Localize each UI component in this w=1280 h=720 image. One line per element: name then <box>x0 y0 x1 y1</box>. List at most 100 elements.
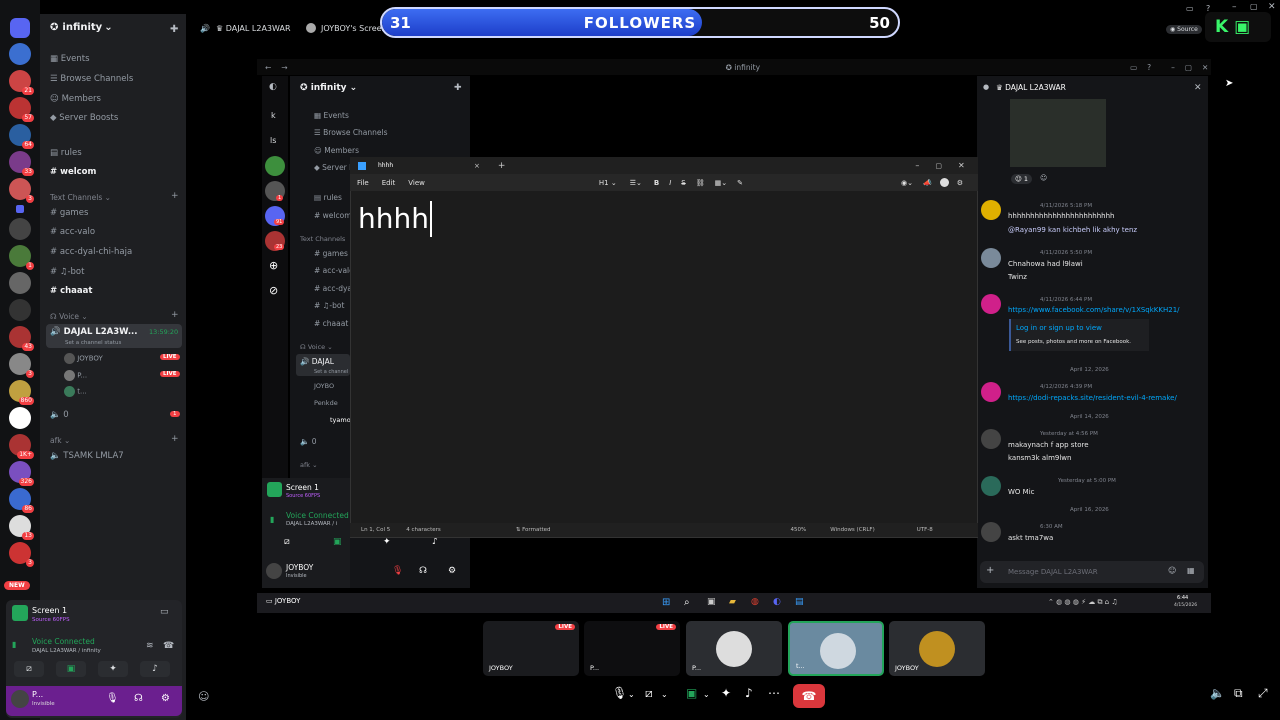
category-text[interactable]: Text Channels ⌄ <box>50 193 111 202</box>
invite-icon[interactable]: ✚ <box>170 24 178 35</box>
minimize-icon[interactable]: – <box>915 161 919 170</box>
invite-icon[interactable]: ✚ <box>454 83 462 93</box>
nav-browse[interactable]: ☰ Browse Channels <box>50 74 133 84</box>
gear-icon[interactable]: ⚙ <box>161 693 170 704</box>
notepad-tab[interactable]: hhhh <box>378 162 474 169</box>
copilot-icon[interactable]: ◉⌄ <box>901 179 913 187</box>
voice-tab[interactable]: ♛ DAJAL L2A3WAR <box>216 24 291 33</box>
voice-member[interactable]: tyamo <box>330 416 351 424</box>
emoji-icon[interactable]: ☺ <box>1168 566 1176 575</box>
avatar[interactable] <box>981 429 1001 449</box>
discord-home-icon[interactable]: ◐ <box>269 82 277 92</box>
disconnect-icon[interactable]: ☎ <box>163 641 174 651</box>
reaction[interactable]: ☺ 1 <box>1011 174 1032 184</box>
share-screen-icon[interactable]: ▣ <box>686 686 697 700</box>
server-icon[interactable] <box>9 218 31 240</box>
embed-title[interactable]: Log in or sign up to view <box>1016 324 1102 332</box>
maximize-icon[interactable]: ▢ <box>935 162 942 170</box>
close-tab-icon[interactable]: × <box>474 162 480 170</box>
minimize-icon[interactable]: – <box>1171 63 1175 72</box>
line-ending[interactable]: Windows (CRLF) <box>830 527 874 533</box>
notepad-taskbar-icon[interactable]: ▤ <box>795 597 804 607</box>
leave-call-button[interactable]: ☎ <box>793 684 825 708</box>
avatar[interactable] <box>981 522 1001 542</box>
popout-icon[interactable]: ⧉ <box>1234 686 1243 701</box>
fullscreen-icon[interactable]: ⤢ <box>1258 686 1268 701</box>
add-channel-icon[interactable]: + <box>171 191 179 201</box>
help-icon[interactable]: ? <box>1147 63 1151 72</box>
italic-icon[interactable]: I <box>669 179 671 187</box>
avatar[interactable] <box>981 200 1001 220</box>
nav-browse[interactable]: ☰ Browse Channels <box>314 128 388 137</box>
avatar[interactable] <box>11 690 29 708</box>
nav-events[interactable]: ▦ Events <box>50 54 90 64</box>
avatar[interactable] <box>981 294 1001 314</box>
notepad-text[interactable]: hhhh <box>358 201 432 237</box>
camera-off-icon[interactable]: ⧄ <box>284 537 290 547</box>
mic-muted-icon[interactable]: 🎙 <box>392 566 403 576</box>
nav-members[interactable]: ☺ Members <box>314 146 359 155</box>
stream-thumbnail[interactable]: LIVE JOYBOY <box>483 621 579 676</box>
server-icon[interactable]: 3 <box>9 353 34 378</box>
share-screen-icon[interactable]: ▣ <box>333 537 342 547</box>
close-icon[interactable]: ✕ <box>1268 2 1276 12</box>
server-icon[interactable]: 64 <box>9 124 34 149</box>
announce-icon[interactable]: 📣 <box>923 179 932 187</box>
add-server-icon[interactable]: ⊕ <box>269 259 278 272</box>
camera-off-icon[interactable]: ⧄ <box>645 686 653 701</box>
voice-member[interactable]: JOYBOY <box>64 353 103 364</box>
table-icon[interactable]: ▦⌄ <box>715 179 727 187</box>
bold-icon[interactable]: B <box>654 179 659 187</box>
activity-icon[interactable]: ✦ <box>383 537 391 547</box>
new-tab-icon[interactable]: + <box>498 161 506 171</box>
server-icon[interactable]: 86 <box>9 488 34 513</box>
message-link[interactable]: https://dodi-repacks.site/resident-evil-… <box>1008 394 1177 402</box>
nav-events[interactable]: ▦ Events <box>314 111 349 120</box>
menu-edit[interactable]: Edit <box>382 179 396 187</box>
server-icon[interactable] <box>9 43 31 65</box>
gear-icon[interactable]: ⚙ <box>448 566 456 576</box>
close-icon[interactable]: ✕ <box>1202 63 1208 72</box>
category-afk[interactable]: afk ⌄ <box>50 436 70 445</box>
volume-icon[interactable]: 🔈 <box>1210 686 1225 700</box>
clear-format-icon[interactable]: ✎ <box>737 179 743 187</box>
server-icon[interactable]: 1 <box>9 245 34 270</box>
server-label[interactable]: k <box>271 111 276 120</box>
voice-channel-afk[interactable]: 🔈 TSAMK LMLA7 <box>50 451 124 461</box>
channel-acc-valo[interactable]: # acc-valo <box>50 227 95 237</box>
forward-icon[interactable]: → <box>281 63 287 72</box>
mic-icon[interactable]: 🎙 <box>612 686 627 700</box>
participant-tile[interactable]: P... <box>686 621 782 676</box>
avatar[interactable] <box>981 248 1001 268</box>
participant-tile[interactable]: JOYBOY <box>889 621 985 676</box>
zoom-level[interactable]: 450% <box>791 527 807 533</box>
invite-people-icon[interactable]: ☺ <box>198 690 209 703</box>
soundboard-icon[interactable]: ♪ <box>432 537 438 547</box>
discord-home-icon[interactable] <box>10 18 30 38</box>
channel-status[interactable]: Set a channel status <box>65 340 121 346</box>
voice-channel-0[interactable]: 🔈 0 <box>300 437 317 446</box>
server-icon[interactable]: 1K+ <box>9 434 34 459</box>
headphones-icon[interactable]: ☊ <box>419 566 427 576</box>
task-view-icon[interactable]: ▣ <box>707 597 716 607</box>
add-channel-icon[interactable]: + <box>171 310 179 320</box>
inbox-icon[interactable]: ▭ <box>1186 4 1194 13</box>
heading-dropdown[interactable]: H1 ⌄ <box>599 179 617 187</box>
category-voice[interactable]: ☊ Voice ⌄ <box>50 312 88 321</box>
chrome-icon[interactable]: ◍ <box>751 597 759 607</box>
format-mode[interactable]: ⇅ Formatted <box>516 527 551 533</box>
encoding[interactable]: UTF-8 <box>917 527 933 533</box>
more-icon[interactable]: ⋯ <box>768 686 780 700</box>
voice-connected-label[interactable]: Voice Connected <box>286 511 349 520</box>
voice-connected-label[interactable]: Voice Connected <box>32 637 95 646</box>
image-attachment[interactable] <box>1010 99 1106 167</box>
maximize-icon[interactable]: ▢ <box>1250 2 1258 11</box>
voice-channel[interactable]: 🔊 DAJAL L2A3W... <box>50 327 138 337</box>
channel-welcom[interactable]: # welcom <box>314 211 352 220</box>
channel-rules[interactable]: ▤ rules <box>50 148 82 158</box>
category-voice[interactable]: ☊ Voice ⌄ <box>300 343 333 351</box>
message-link[interactable]: https://www.facebook.com/share/v/1XSqkKK… <box>1008 306 1180 314</box>
server-label[interactable]: ls <box>270 136 276 145</box>
channel-games[interactable]: # games <box>314 249 348 258</box>
inner-guild-header[interactable]: ✪ infinity ⌄ <box>300 83 357 93</box>
